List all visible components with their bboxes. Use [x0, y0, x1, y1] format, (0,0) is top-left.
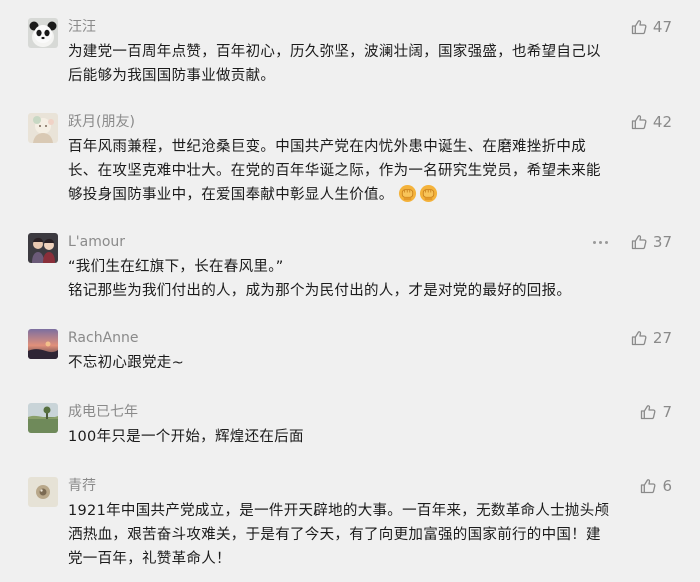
like-button[interactable]: 37: [631, 233, 672, 251]
comment-text: 百年风雨兼程，世纪沧桑巨变。中国共产党在内忧外患中诞生、在磨难挫折中成 长、在攻…: [68, 135, 668, 207]
like-button[interactable]: 6: [640, 477, 672, 495]
like-button[interactable]: 7: [640, 403, 672, 421]
avatar[interactable]: [28, 113, 58, 143]
like-count: 47: [652, 18, 672, 36]
like-button[interactable]: 27: [631, 329, 672, 347]
like-button[interactable]: 47: [631, 18, 672, 36]
avatar[interactable]: [28, 233, 58, 263]
comment-author[interactable]: RachAnne: [68, 329, 139, 347]
comment-line: 够投身国防事业中，在爱国奉献中彰显人生价值。: [68, 183, 668, 207]
comment-line: 不忘初心跟党走~: [68, 355, 185, 371]
comment-line: 洒热血，艰苦奋斗攻难关，于是有了今天，有了向更加富强的国家前行的中国！建: [68, 527, 601, 543]
comment-author[interactable]: 跃月(朋友): [68, 113, 135, 131]
like-button[interactable]: 42: [631, 113, 672, 131]
comment-line: 为建党一百周年点赞，百年初心，历久弥坚，波澜壮阔，国家强盛，也希望自己以: [68, 44, 601, 60]
comment-list: 汪汪 47 为建党一百周年点赞，百年初心，历久弥坚，波澜壮阔，国家强盛，也希望自…: [0, 0, 700, 582]
thumbs-up-icon: [631, 234, 647, 250]
comment-author[interactable]: 青荇: [68, 477, 96, 495]
fist-emoji: [398, 184, 417, 203]
comment-line: 后能够为我国国防事业做贡献。: [68, 68, 276, 84]
like-count: 27: [652, 329, 672, 347]
comment-author[interactable]: 汪汪: [68, 18, 96, 36]
comment-text: 为建党一百周年点赞，百年初心，历久弥坚，波澜壮阔，国家强盛，也希望自己以 后能够…: [68, 40, 668, 88]
like-count: 6: [662, 477, 672, 495]
fist-emoji: [419, 184, 438, 203]
comment-text: 不忘初心跟党走~: [68, 351, 668, 375]
thumbs-up-icon: [640, 478, 656, 494]
comment-line: 长、在攻坚克难中壮大。在党的百年华诞之际，作为一名研究生党员，希望未来能: [68, 163, 601, 179]
comment-text: “我们生在红旗下，长在春风里。” 铭记那些为我们付出的人，成为那个为民付出的人，…: [68, 255, 668, 303]
comment-text: 1921年中国共产党成立，是一件开天辟地的大事。一百年来，无数革命人士抛头颅 洒…: [68, 499, 668, 571]
comment-text: 100年只是一个开始，辉煌还在后面: [68, 425, 668, 449]
avatar[interactable]: [28, 477, 58, 507]
thumbs-up-icon: [631, 19, 647, 35]
avatar[interactable]: [28, 403, 58, 433]
avatar[interactable]: [28, 18, 58, 48]
thumbs-up-icon: [631, 330, 647, 346]
like-count: 7: [662, 403, 672, 421]
like-count: 37: [652, 233, 672, 251]
thumbs-up-icon: [640, 404, 656, 420]
comment-line: 百年风雨兼程，世纪沧桑巨变。中国共产党在内忧外患中诞生、在磨难挫折中成: [68, 139, 586, 155]
comment-line: 1921年中国共产党成立，是一件开天辟地的大事。一百年来，无数革命人士抛头颅: [68, 503, 610, 519]
thumbs-up-icon: [631, 114, 647, 130]
comment-line: 党一百年，礼赞革命人！: [68, 551, 231, 567]
comment-author[interactable]: L'amour: [68, 233, 125, 251]
comment-line: 100年只是一个开始，辉煌还在后面: [68, 429, 304, 445]
more-dots-icon[interactable]: [593, 235, 608, 249]
comment-author[interactable]: 成电已七年: [68, 403, 138, 421]
comment-line: “我们生在红旗下，长在春风里。”: [68, 259, 284, 275]
comment-line: 铭记那些为我们付出的人，成为那个为民付出的人，才是对党的最好的回报。: [68, 283, 572, 299]
like-count: 42: [652, 113, 672, 131]
avatar[interactable]: [28, 329, 58, 359]
